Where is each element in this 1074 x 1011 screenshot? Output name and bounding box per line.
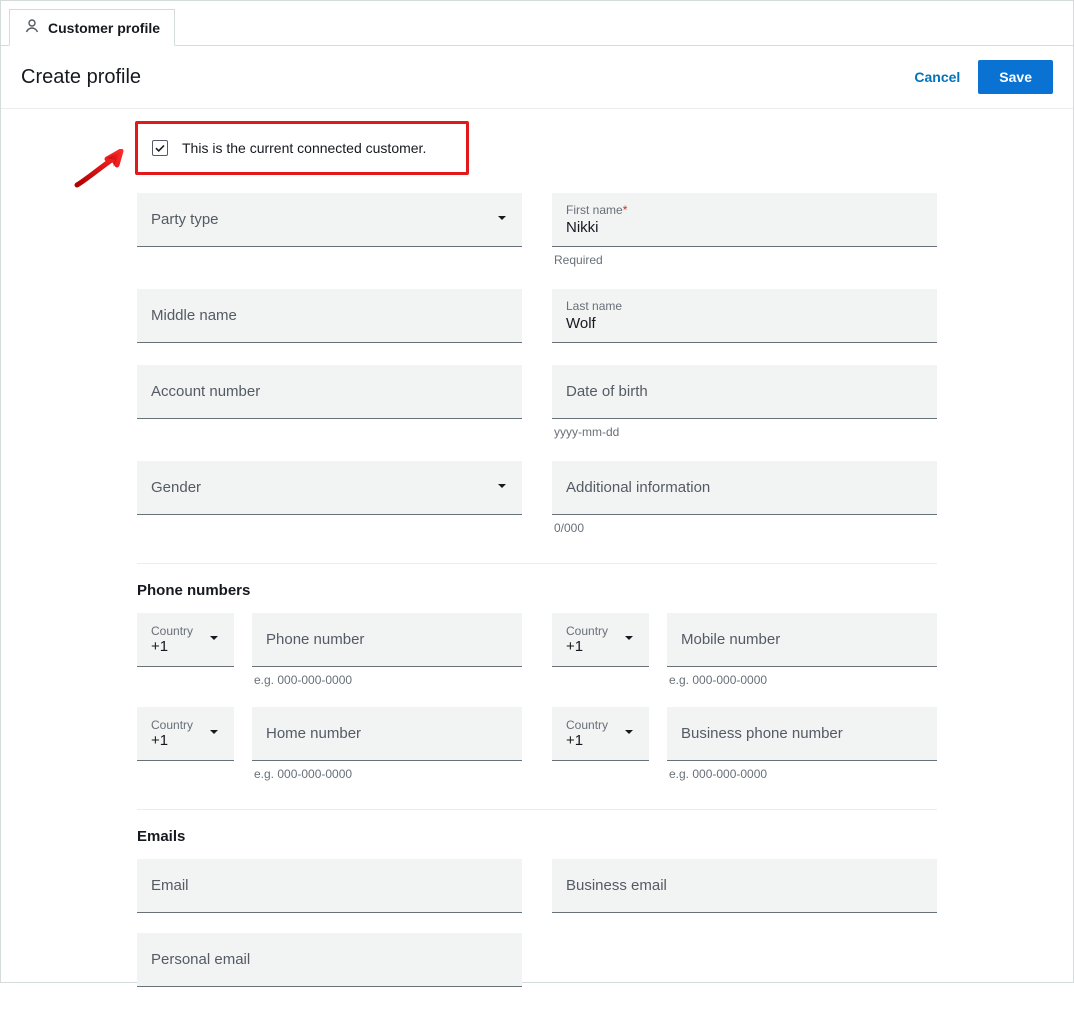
phone-country-select[interactable]: Country +1 (137, 613, 234, 667)
dob-input[interactable]: Date of birth (552, 365, 937, 419)
additional-info-helper: 0/000 (552, 521, 937, 535)
last-name-label: Last name (566, 299, 923, 313)
business-helper: e.g. 000-000-0000 (667, 767, 937, 781)
email-grid: Email Business email Personal email (137, 859, 937, 987)
email-section-title: Emails (137, 828, 937, 845)
gender-field: Gender (137, 461, 522, 535)
personal-email-label: Personal email (151, 951, 508, 968)
divider (137, 563, 937, 564)
page-title: Create profile (21, 66, 141, 89)
last-name-input[interactable] (566, 315, 923, 332)
middle-name-input[interactable]: Middle name (137, 289, 522, 343)
phone-number-label: Phone number (266, 631, 364, 648)
mobile-country-select[interactable]: Country +1 (552, 613, 649, 667)
first-name-helper: Required (552, 253, 937, 267)
profile-fields-grid: Party type First name* Required (137, 193, 937, 535)
dob-helper: yyyy-mm-dd (552, 425, 937, 439)
tab-label: Customer profile (48, 20, 160, 36)
personal-email-input[interactable]: Personal email (137, 933, 522, 987)
business-country-select[interactable]: Country +1 (552, 707, 649, 761)
chevron-down-icon (496, 479, 508, 497)
check-icon (154, 142, 166, 154)
account-number-label: Account number (151, 383, 508, 400)
party-type-select[interactable]: Party type (137, 193, 522, 247)
person-icon (24, 18, 40, 37)
business-email-input[interactable]: Business email (552, 859, 937, 913)
chevron-down-icon (208, 631, 220, 649)
home-country-select[interactable]: Country +1 (137, 707, 234, 761)
first-name-input[interactable] (566, 219, 923, 236)
email-label: Email (151, 877, 508, 894)
additional-info-field: Additional information 0/000 (552, 461, 937, 535)
phone-number-input[interactable]: Phone number (252, 613, 522, 667)
business-email-label: Business email (566, 877, 923, 894)
mobile-helper: e.g. 000-000-0000 (667, 673, 937, 687)
dob-label: Date of birth (566, 383, 923, 400)
party-type-field: Party type (137, 193, 522, 267)
current-customer-checkbox[interactable] (152, 140, 168, 156)
chevron-down-icon (208, 725, 220, 743)
last-name-input-shell[interactable]: Last name (552, 289, 937, 343)
mobile-number-label: Mobile number (681, 631, 780, 648)
phone-helper: e.g. 000-000-0000 (252, 673, 522, 687)
header-actions: Cancel Save (914, 60, 1053, 94)
email-input[interactable]: Email (137, 859, 522, 913)
phone-section-title: Phone numbers (137, 582, 937, 599)
business-number-label: Business phone number (681, 725, 843, 742)
last-name-field: Last name (552, 289, 937, 343)
home-number-label: Home number (266, 725, 361, 742)
divider (137, 809, 937, 810)
gender-select[interactable]: Gender (137, 461, 522, 515)
middle-name-field: Middle name (137, 289, 522, 343)
home-helper: e.g. 000-000-0000 (252, 767, 522, 781)
first-name-label: First name* (566, 203, 923, 217)
chevron-down-icon (623, 631, 635, 649)
middle-name-label: Middle name (151, 307, 508, 324)
gender-label: Gender (151, 479, 484, 496)
dob-field: Date of birth yyyy-mm-dd (552, 365, 937, 439)
phone-grid: Country +1 Phone number e.g. 000-000-000… (137, 613, 937, 781)
chevron-down-icon (496, 211, 508, 229)
account-number-input[interactable]: Account number (137, 365, 522, 419)
save-button[interactable]: Save (978, 60, 1053, 94)
party-type-label: Party type (151, 211, 484, 228)
home-number-input[interactable]: Home number (252, 707, 522, 761)
chevron-down-icon (623, 725, 635, 743)
first-name-input-shell[interactable]: First name* (552, 193, 937, 247)
first-name-field: First name* Required (552, 193, 937, 267)
current-customer-label: This is the current connected customer. (182, 140, 426, 156)
account-number-field: Account number (137, 365, 522, 439)
tab-customer-profile[interactable]: Customer profile (9, 9, 175, 46)
tab-bar: Customer profile (1, 1, 1073, 46)
page-header: Create profile Cancel Save (1, 46, 1073, 109)
additional-info-input[interactable]: Additional information (552, 461, 937, 515)
business-number-input[interactable]: Business phone number (667, 707, 937, 761)
cancel-button[interactable]: Cancel (914, 69, 960, 85)
additional-info-label: Additional information (566, 479, 923, 496)
current-customer-callout: This is the current connected customer. (135, 121, 469, 175)
mobile-number-input[interactable]: Mobile number (667, 613, 937, 667)
